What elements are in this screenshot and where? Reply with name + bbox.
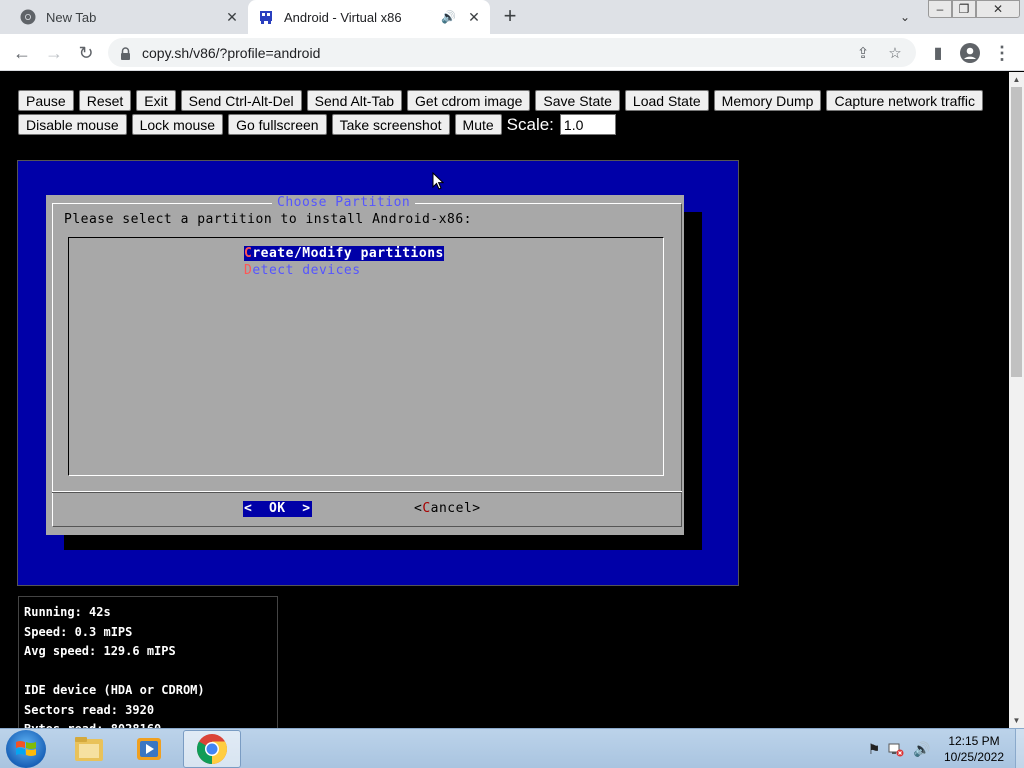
send-ctrl-alt-del-button[interactable]: Send Ctrl-Alt-Del xyxy=(180,90,302,111)
capture-network-traffic-button[interactable]: Capture network traffic xyxy=(826,90,984,111)
dialog-title: Choose Partition xyxy=(272,195,416,211)
scroll-down-arrow-icon[interactable]: ▼ xyxy=(1009,713,1024,728)
ok-button[interactable]: < OK > xyxy=(243,501,312,517)
dialog-prompt: Please select a partition to install And… xyxy=(64,212,473,227)
taskbar-clock[interactable]: 12:15 PM 10/25/2022 xyxy=(936,733,1012,765)
window-minimize-button[interactable]: – xyxy=(928,0,952,18)
stat-bytes-read: Bytes read: 8028160 xyxy=(24,720,272,728)
chrome-taskbar-icon[interactable] xyxy=(183,730,241,768)
volume-icon[interactable]: 🔊 xyxy=(912,729,932,768)
start-button-windows-icon[interactable] xyxy=(6,730,46,768)
media-player-taskbar-icon[interactable] xyxy=(120,730,178,768)
pause-button[interactable]: Pause xyxy=(18,90,74,111)
get-cdrom-image-button[interactable]: Get cdrom image xyxy=(407,90,531,111)
file-explorer-taskbar-icon[interactable] xyxy=(60,730,118,768)
menu-item-label: etect devices xyxy=(252,263,361,278)
stat-ide-heading: IDE device (HDA or CDROM) xyxy=(24,683,205,697)
window-restore-button[interactable]: ❐ xyxy=(952,0,976,18)
exit-button[interactable]: Exit xyxy=(136,90,176,111)
menu-item-create-modify-partitions[interactable]: Create/Modify partitions xyxy=(244,246,444,261)
windows-taskbar: ⚑ 🔊 12:15 PM 10/25/2022 xyxy=(0,728,1024,768)
menu-item-detect-devices[interactable]: Detect devices xyxy=(244,263,361,278)
control-buttons-row-1: Pause Reset Exit Send Ctrl-Alt-Del Send … xyxy=(18,90,988,111)
take-screenshot-button[interactable]: Take screenshot xyxy=(331,114,450,135)
tab-strip: New Tab ✕ Android - Virtual x86 🔊 ✕ + ⌄ … xyxy=(0,0,1024,34)
chrome-icon xyxy=(20,9,36,25)
cancel-label: ancel> xyxy=(430,501,481,516)
stat-sectors-read: Sectors read: 3920 xyxy=(24,702,155,717)
audio-playing-icon[interactable]: 🔊 xyxy=(441,10,456,24)
tab-title: New Tab xyxy=(46,9,97,25)
load-state-button[interactable]: Load State xyxy=(624,90,709,111)
tab-search-chevron-icon[interactable]: ⌄ xyxy=(895,8,915,26)
control-buttons-row-2: Disable mouse Lock mouse Go fullscreen T… xyxy=(18,114,616,135)
profile-avatar-icon[interactable] xyxy=(958,41,982,65)
memory-dump-button[interactable]: Memory Dump xyxy=(713,90,822,111)
clock-date: 10/25/2022 xyxy=(943,750,1005,764)
scrollbar-thumb[interactable] xyxy=(1011,87,1022,377)
dialog-divider-shadow xyxy=(52,492,682,493)
v86-icon xyxy=(258,9,274,25)
partition-menu: Create/Modify partitions Detect devices xyxy=(68,237,664,476)
page-scrollbar[interactable]: ▲ ▼ xyxy=(1009,72,1024,728)
stats-spacer xyxy=(24,662,272,682)
cancel-button[interactable]: <Cancel> xyxy=(414,501,481,517)
page-content: Pause Reset Exit Send Ctrl-Alt-Del Send … xyxy=(0,72,1009,728)
reload-icon[interactable]: ↻ xyxy=(74,41,98,65)
bookmark-star-icon[interactable]: ☆ xyxy=(884,42,906,64)
url-text[interactable]: copy.sh/v86/?profile=android xyxy=(142,45,852,61)
address-bar[interactable]: copy.sh/v86/?profile=android ⇪ ☆ xyxy=(108,38,916,67)
network-disconnected-icon[interactable] xyxy=(886,729,906,768)
show-desktop-button[interactable] xyxy=(1015,729,1024,768)
tab-new-tab[interactable]: New Tab ✕ xyxy=(0,0,248,34)
emulator-stats-panel: Running: 42s Speed: 0.3 mIPS Avg speed: … xyxy=(18,596,278,728)
disable-mouse-button[interactable]: Disable mouse xyxy=(18,114,127,135)
lock-mouse-button[interactable]: Lock mouse xyxy=(131,114,224,135)
tab-title: Android - Virtual x86 xyxy=(284,9,402,25)
send-alt-tab-button[interactable]: Send Alt-Tab xyxy=(306,90,403,111)
mute-button[interactable]: Mute xyxy=(454,114,502,135)
clock-time: 12:15 PM xyxy=(948,734,1000,748)
go-fullscreen-button[interactable]: Go fullscreen xyxy=(228,114,327,135)
close-tab-icon[interactable]: ✕ xyxy=(464,7,484,27)
side-panel-icon[interactable]: ▮ xyxy=(926,41,950,65)
cancel-hotkey: C xyxy=(422,501,431,516)
stat-avg-speed: Avg speed: 129.6 mIPS xyxy=(24,644,176,658)
window-close-button[interactable]: ✕ xyxy=(976,0,1020,18)
back-arrow-icon[interactable]: ← xyxy=(10,41,34,65)
choose-partition-dialog: Choose Partition Please select a partiti… xyxy=(46,195,684,535)
stat-running: Running: 42s xyxy=(24,605,111,619)
scroll-up-arrow-icon[interactable]: ▲ xyxy=(1009,72,1024,87)
action-center-flag-icon[interactable]: ⚑ xyxy=(864,729,884,768)
share-icon[interactable]: ⇪ xyxy=(852,42,874,64)
emulator-screen[interactable]: Choose Partition Please select a partiti… xyxy=(17,160,739,586)
chrome-menu-icon[interactable]: ⋮ xyxy=(990,41,1014,65)
reset-button[interactable]: Reset xyxy=(78,90,132,111)
close-tab-icon[interactable]: ✕ xyxy=(222,7,242,27)
new-tab-plus-icon[interactable]: + xyxy=(498,5,522,29)
lock-icon[interactable] xyxy=(120,46,132,60)
scale-input[interactable] xyxy=(559,114,616,135)
browser-toolbar: ← → ↻ copy.sh/v86/?profile=android ⇪ ☆ ▮… xyxy=(0,34,1024,71)
menu-item-label: reate/Modify partitions xyxy=(252,246,444,261)
forward-arrow-icon[interactable]: → xyxy=(42,41,66,65)
scale-label: Scale: xyxy=(506,114,554,134)
mouse-cursor-icon xyxy=(432,171,445,190)
save-state-button[interactable]: Save State xyxy=(535,90,620,111)
tab-android-virtual-x86[interactable]: Android - Virtual x86 🔊 ✕ xyxy=(248,0,490,34)
stat-speed: Speed: 0.3 mIPS xyxy=(24,624,133,639)
